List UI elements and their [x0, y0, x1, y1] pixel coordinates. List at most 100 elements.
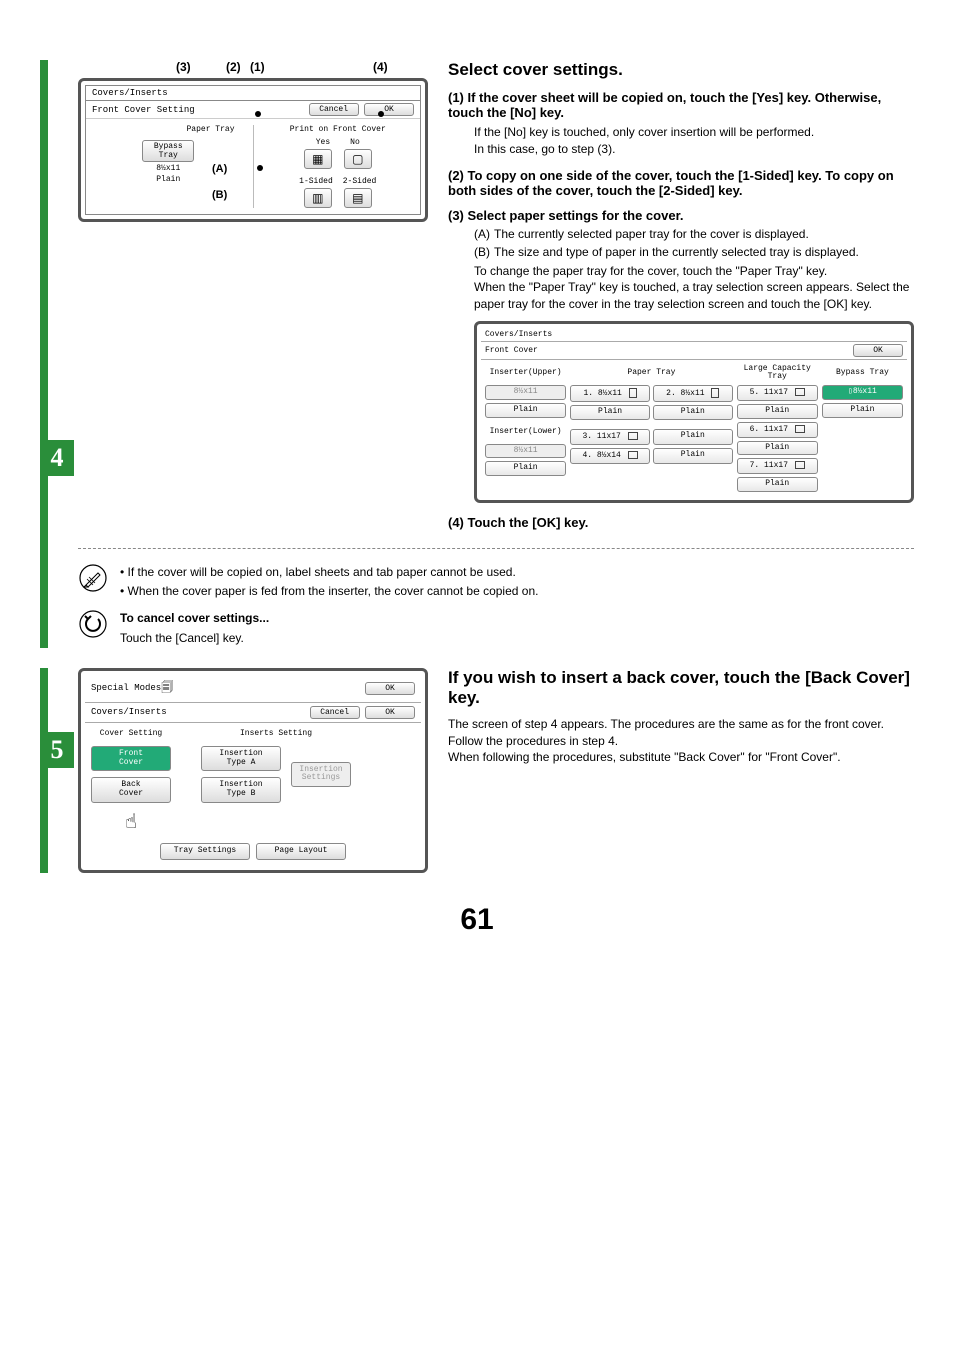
dashed-divider — [78, 548, 914, 549]
instr-3-a-text: The currently selected paper tray for th… — [494, 227, 809, 241]
instr-4-heading: (4) Touch the [OK] key. — [448, 515, 914, 530]
cancel-text: Touch the [Cancel] key. — [120, 629, 269, 648]
marker-a: (A) — [212, 163, 227, 175]
step5-p2: When following the procedures, substitut… — [448, 749, 914, 766]
marker-2: (2) — [226, 60, 241, 74]
instr-3-b-text: The size and type of paper in the curren… — [494, 245, 859, 259]
inserter-column: Inserter(Upper) 8½x11 Plain Inserter(Low… — [485, 364, 566, 492]
tray-2-type[interactable]: Plain — [653, 405, 733, 420]
step-5: 5 Special Modes 🗐 OK Covers/Inserts — [78, 668, 914, 873]
tray-panel-title: Covers/Inserts — [481, 328, 907, 341]
tray-7-type[interactable]: Plain — [737, 477, 818, 492]
instr-1-p2: In this case, go to step (3). — [474, 141, 914, 158]
tray-3-type[interactable]: Plain — [653, 429, 733, 445]
two-sided-label: 2-Sided — [343, 177, 377, 186]
back-cover-button[interactable]: Back Cover — [91, 777, 171, 803]
step5-left: Special Modes 🗐 OK Covers/Inserts Cancel… — [78, 668, 428, 873]
no-button[interactable]: ▢ — [344, 149, 372, 169]
inserter-upper-type[interactable]: Plain — [485, 403, 566, 418]
yes-label: Yes — [316, 138, 330, 147]
bypass-tray-header: Bypass Tray — [822, 364, 903, 382]
callout-dot-1 — [255, 111, 261, 117]
tray-5-type[interactable]: Plain — [737, 404, 818, 419]
insertion-type-a-button[interactable]: Insertion Type A — [201, 746, 281, 772]
step-number: 5 — [51, 735, 64, 765]
marker-3: (3) — [176, 60, 191, 74]
inserter-lower-size[interactable]: 8½x11 — [485, 444, 566, 459]
back-arrow-icon — [78, 609, 108, 639]
tray-ok-button[interactable]: OK — [853, 344, 903, 357]
note-2: • When the cover paper is fed from the i… — [120, 582, 538, 601]
ci-cancel-button[interactable]: Cancel — [310, 706, 360, 719]
tray-6-type[interactable]: Plain — [737, 441, 818, 456]
front-cover-button[interactable]: Front Cover — [91, 746, 171, 772]
step-4: 4 (3) (2) (1) (4) Covers/Inserts Front C… — [78, 60, 914, 648]
bypass-tray-column: Bypass Tray ▯8½x11 Plain — [822, 364, 903, 492]
step4-left: (3) (2) (1) (4) Covers/Inserts Front Cov… — [78, 60, 428, 534]
inserter-lower-type[interactable]: Plain — [485, 461, 566, 476]
tray-2[interactable]: 2. 8½x11 — [653, 385, 733, 402]
step-number: 4 — [51, 443, 64, 473]
inserts-setting-column: Inserts Setting Insertion Type A Inserti… — [201, 729, 351, 835]
step5-right: If you wish to insert a back cover, touc… — [448, 668, 914, 873]
panel-subtitle-row: Front Cover Setting Cancel OK — [86, 101, 420, 119]
insertion-type-b-button[interactable]: Insertion Type B — [201, 777, 281, 803]
paper-tray-header: Paper Tray — [570, 364, 732, 382]
tray-6[interactable]: 6. 11x17 — [737, 422, 818, 438]
insertion-settings-button[interactable]: Insertion Settings — [291, 762, 351, 788]
instr-3-b-lbl: (B) — [474, 245, 490, 259]
note-caution: • If the cover will be copied on, label … — [78, 563, 914, 601]
bypass-type[interactable]: Plain — [822, 403, 903, 418]
inserts-setting-label: Inserts Setting — [240, 729, 312, 738]
inserter-upper-size[interactable]: 8½x11 — [485, 385, 566, 400]
bypass-tray-button[interactable]: Bypass Tray — [142, 140, 194, 162]
marker-b: (B) — [212, 189, 227, 201]
one-sided-label: 1-Sided — [299, 177, 333, 186]
tray-1[interactable]: 1. 8½x11 — [570, 385, 650, 402]
instr-1-p1: If the [No] key is touched, only cover i… — [474, 124, 914, 141]
hand-pointer-icon: ☝ — [125, 809, 137, 835]
tray-settings-button[interactable]: Tray Settings — [160, 843, 250, 860]
yes-button[interactable]: ▦ — [304, 149, 332, 169]
callout-dot-inner — [257, 165, 263, 171]
step5-p1: The screen of step 4 appears. The proced… — [448, 716, 914, 750]
copy-icon: 🗐 — [161, 678, 173, 699]
cover-setting-column: Cover Setting Front Cover Back Cover ☝ — [91, 729, 171, 835]
panel-subtitle: Front Cover Setting — [92, 105, 195, 115]
cancel-button[interactable]: Cancel — [309, 103, 359, 116]
tray-3[interactable]: 3. 11x17 — [570, 429, 650, 445]
page-layout-button[interactable]: Page Layout — [256, 843, 346, 860]
paper-type: Plain — [156, 175, 180, 184]
step-number-box: 4 — [40, 440, 74, 476]
page-number: 61 — [40, 903, 914, 937]
cancel-heading: To cancel cover settings... — [120, 609, 269, 628]
tray-1-type[interactable]: Plain — [570, 405, 650, 420]
sm-ok-button[interactable]: OK — [365, 682, 415, 695]
ci-ok-button[interactable]: OK — [365, 706, 415, 719]
tray-5[interactable]: 5. 11x17 — [737, 385, 818, 401]
paper-size: 8½x11 — [156, 164, 180, 173]
note-cancel: To cancel cover settings... Touch the [C… — [78, 609, 914, 647]
ok-button[interactable]: OK — [364, 103, 414, 116]
instr-3-b: (B) The size and type of paper in the cu… — [474, 245, 914, 259]
no-label: No — [350, 138, 360, 147]
bypass-size[interactable]: ▯8½x11 — [822, 385, 903, 400]
two-sided-button[interactable]: ▤ — [344, 188, 372, 208]
tray-panel-subtitle: Front Cover — [485, 346, 853, 355]
tray-4[interactable]: 4. 8½x14 — [570, 448, 650, 464]
tray-7[interactable]: 7. 11x17 — [737, 458, 818, 474]
print-on-cover-label: Print on Front Cover — [262, 125, 415, 134]
one-sided-button[interactable]: ▥ — [304, 188, 332, 208]
step5-heading: If you wish to insert a back cover, touc… — [448, 668, 914, 708]
step-number-box: 5 — [40, 732, 74, 768]
instr-3-a: (A) The currently selected paper tray fo… — [474, 227, 914, 241]
tray-4-type[interactable]: Plain — [653, 448, 733, 464]
step4-right: Select cover settings. (1) If the cover … — [448, 60, 914, 534]
marker-4: (4) — [373, 60, 388, 74]
panel-title: Covers/Inserts — [86, 86, 420, 101]
paper-tray-label: Paper Tray — [92, 125, 245, 134]
instr-3-a-lbl: (A) — [474, 227, 490, 241]
large-capacity-header: Large Capacity Tray — [737, 364, 818, 382]
special-modes-panel: Special Modes 🗐 OK Covers/Inserts Cancel… — [78, 668, 428, 873]
pencil-icon — [78, 563, 108, 593]
